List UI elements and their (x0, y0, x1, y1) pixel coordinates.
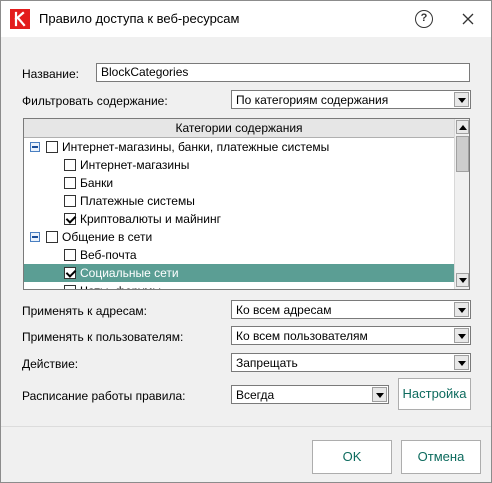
apply-addresses-value: Ко всем адресам (236, 303, 332, 317)
close-button[interactable] (456, 7, 480, 31)
tree-column-header: Категории содержания (24, 119, 454, 138)
category-label: Веб-почта (80, 248, 137, 262)
category-label: Интернет-магазины, банки, платежные сист… (62, 140, 330, 154)
category-label: Банки (80, 176, 114, 190)
name-label: Название: (22, 67, 79, 81)
tree-row[interactable]: Платежные системы (24, 192, 454, 210)
cancel-button[interactable]: Отмена (401, 440, 481, 474)
collapse-icon[interactable] (30, 142, 40, 152)
schedule-settings-button[interactable]: Настройка (398, 378, 471, 410)
action-value: Запрещать (236, 356, 298, 370)
help-icon: ? (420, 12, 428, 24)
apply-addresses-label: Применять к адресам: (22, 304, 147, 318)
category-label: Платежные системы (80, 194, 195, 208)
filter-select[interactable]: По категориям содержания (231, 90, 471, 109)
scroll-up-icon[interactable] (456, 120, 469, 134)
collapse-icon[interactable] (30, 232, 40, 242)
category-checkbox[interactable] (64, 177, 76, 189)
tree-row[interactable]: Интернет-магазины, банки, платежные сист… (24, 138, 454, 156)
filter-label: Фильтровать содержание: (22, 94, 168, 108)
schedule-label: Расписание работы правила: (22, 389, 186, 403)
category-label: Криптовалюты и майнинг (80, 212, 222, 226)
schedule-value: Всегда (236, 388, 275, 402)
tree-scrollbar[interactable] (454, 119, 469, 289)
dialog-window: Правило доступа к веб-ресурсам ? Названи… (0, 0, 492, 483)
category-label: Общение в сети (62, 230, 153, 244)
tree-rows: Интернет-магазины, банки, платежные сист… (24, 138, 454, 289)
category-label: Интернет-магазины (80, 158, 190, 172)
filter-select-value: По категориям содержания (236, 93, 389, 107)
dialog-footer: OK Отмена (1, 426, 491, 482)
category-checkbox[interactable] (64, 195, 76, 207)
tree-row[interactable]: Чаты, форумы (24, 282, 454, 289)
tree-row[interactable]: Банки (24, 174, 454, 192)
category-checkbox[interactable] (46, 231, 58, 243)
tree-row[interactable]: Социальные сети (24, 264, 454, 282)
category-label: Чаты, форумы (80, 282, 161, 289)
tree-row[interactable]: Общение в сети (24, 228, 454, 246)
tree-row[interactable]: Криптовалюты и майнинг (24, 210, 454, 228)
title-bar: Правило доступа к веб-ресурсам ? (1, 1, 491, 37)
chevron-down-icon (454, 355, 469, 370)
name-input[interactable]: BlockCategories (96, 63, 470, 82)
kaspersky-logo-icon (10, 9, 30, 29)
apply-users-select[interactable]: Ко всем пользователям (231, 326, 471, 345)
apply-users-value: Ко всем пользователям (236, 329, 368, 343)
chevron-down-icon (372, 387, 387, 402)
dialog-body: Название: BlockCategories Фильтровать со… (1, 37, 491, 426)
schedule-select[interactable]: Всегда (231, 385, 389, 404)
category-label: Социальные сети (80, 266, 179, 280)
scroll-down-icon[interactable] (456, 273, 469, 287)
category-checkbox[interactable] (64, 285, 76, 289)
apply-users-label: Применять к пользователям: (22, 330, 184, 344)
action-label: Действие: (22, 357, 79, 371)
chevron-down-icon (454, 302, 469, 317)
scrollbar-thumb[interactable] (456, 136, 469, 172)
category-checkbox[interactable] (64, 249, 76, 261)
window-title: Правило доступа к веб-ресурсам (39, 11, 240, 26)
chevron-down-icon (454, 328, 469, 343)
content-categories-tree[interactable]: Категории содержания Интернет-магазины, … (23, 118, 470, 290)
ok-button[interactable]: OK (312, 440, 392, 474)
apply-addresses-select[interactable]: Ко всем адресам (231, 300, 471, 319)
tree-row[interactable]: Веб-почта (24, 246, 454, 264)
action-select[interactable]: Запрещать (231, 353, 471, 372)
category-checkbox[interactable] (46, 141, 58, 153)
help-button[interactable]: ? (415, 10, 433, 28)
close-icon (462, 13, 474, 25)
category-checkbox[interactable] (64, 213, 76, 225)
category-checkbox[interactable] (64, 159, 76, 171)
category-checkbox[interactable] (64, 267, 76, 279)
tree-row[interactable]: Интернет-магазины (24, 156, 454, 174)
chevron-down-icon (454, 92, 469, 107)
